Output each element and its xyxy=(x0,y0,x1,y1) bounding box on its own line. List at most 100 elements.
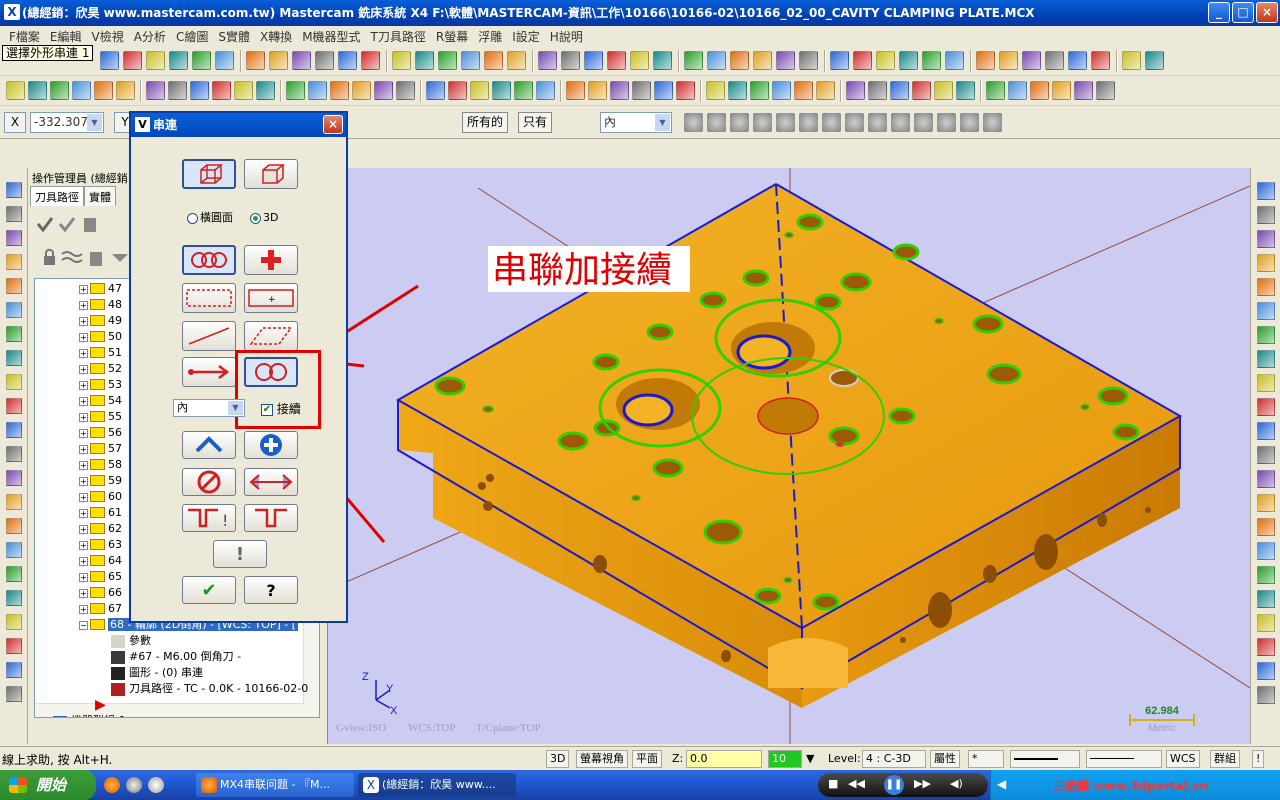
options-button[interactable]: ! xyxy=(182,504,236,532)
selection-filter-icon[interactable] xyxy=(684,113,703,132)
undo-icon[interactable] xyxy=(607,51,626,70)
save-icon[interactable] xyxy=(561,51,580,70)
x-coordinate-field[interactable]: -332.3079 ▼ xyxy=(30,112,104,133)
left-tool-icon[interactable] xyxy=(6,254,22,270)
fillet-icon[interactable] xyxy=(945,51,964,70)
right-tool-icon[interactable] xyxy=(1257,374,1275,392)
point-icon[interactable] xyxy=(212,81,231,100)
face-icon[interactable] xyxy=(566,81,585,100)
right-tool-icon[interactable] xyxy=(1257,230,1275,248)
tree-sub-item[interactable]: 刀具路徑 - TC - 0.0K - 10166-02-0 xyxy=(35,681,319,697)
solid-op-icon[interactable] xyxy=(338,51,357,70)
array-icon[interactable] xyxy=(470,81,489,100)
new-icon[interactable] xyxy=(507,51,526,70)
graphics-viewport[interactable]: Z Y X Gview:ISO WCS:TOP T/Cplane:TOP 62.… xyxy=(328,168,1250,744)
move-icon[interactable] xyxy=(146,51,165,70)
left-tool-icon[interactable] xyxy=(6,518,22,534)
undo-icon[interactable] xyxy=(868,81,887,100)
move-icon[interactable] xyxy=(1091,51,1110,70)
menu-item-7[interactable]: M機器型式 xyxy=(297,28,365,45)
chain-settings-button[interactable] xyxy=(244,504,298,532)
wire-icon[interactable] xyxy=(776,51,795,70)
stop-icon[interactable]: ■ xyxy=(828,777,838,790)
color-icon[interactable] xyxy=(706,81,725,100)
next-icon[interactable]: ▶▶ xyxy=(914,777,931,790)
expand-icon[interactable]: + xyxy=(79,348,88,358)
menu-item-0[interactable]: F檔案 xyxy=(4,28,45,45)
left-tool-icon[interactable] xyxy=(6,662,22,678)
selection-filter-icon[interactable] xyxy=(776,113,795,132)
mirror-icon[interactable] xyxy=(396,81,415,100)
surface-icon[interactable] xyxy=(588,81,607,100)
menu-item-6[interactable]: X轉換 xyxy=(255,28,297,45)
shade-icon[interactable] xyxy=(94,81,113,100)
right-tool-icon[interactable] xyxy=(1257,254,1275,272)
polygon-select-button[interactable] xyxy=(244,321,298,351)
status-3d-button[interactable]: 3D xyxy=(546,750,570,768)
right-tool-icon[interactable] xyxy=(1257,422,1275,440)
menu-item-3[interactable]: A分析 xyxy=(129,28,171,45)
right-tool-icon[interactable] xyxy=(1257,302,1275,320)
selection-filter-icon[interactable] xyxy=(822,113,841,132)
tree-sub-item[interactable]: 參數 xyxy=(35,633,319,649)
expand-icon[interactable]: + xyxy=(79,332,88,342)
help-button[interactable]: ? xyxy=(244,576,298,604)
right-tool-icon[interactable] xyxy=(1257,326,1275,344)
inside-outside-combo[interactable]: 內 ▼ xyxy=(173,399,245,417)
expand-icon[interactable]: + xyxy=(79,316,88,326)
select-only-button[interactable]: 只有 xyxy=(518,112,553,133)
right-tool-icon[interactable] xyxy=(1257,614,1275,632)
solid-icon[interactable] xyxy=(799,51,818,70)
volume-icon[interactable]: ◀) xyxy=(950,777,963,790)
shade-icon[interactable] xyxy=(1008,81,1027,100)
selection-filter-icon[interactable] xyxy=(914,113,933,132)
new-icon[interactable] xyxy=(772,81,791,100)
left-tool-icon[interactable] xyxy=(6,566,22,582)
chamfer-icon[interactable] xyxy=(976,51,995,70)
right-tool-icon[interactable] xyxy=(1257,494,1275,512)
expand-icon[interactable]: + xyxy=(79,588,88,598)
backplot-icon[interactable] xyxy=(676,81,695,100)
backplot-icon[interactable] xyxy=(415,51,434,70)
surface-icon[interactable] xyxy=(315,51,334,70)
analyze-icon[interactable] xyxy=(1096,81,1115,100)
pan-icon[interactable] xyxy=(956,81,975,100)
right-tool-icon[interactable] xyxy=(1257,278,1275,296)
open-icon[interactable] xyxy=(794,81,813,100)
drill-icon[interactable] xyxy=(215,51,234,70)
attribute-button[interactable]: 屬性 xyxy=(930,750,960,768)
chevron-down-icon[interactable]: ▼ xyxy=(655,114,670,131)
expand-icon[interactable]: + xyxy=(79,556,88,566)
right-tool-icon[interactable] xyxy=(1257,182,1275,200)
left-tool-icon[interactable] xyxy=(6,398,22,414)
contour-icon[interactable] xyxy=(514,81,533,100)
expand-icon[interactable]: + xyxy=(79,540,88,550)
left-tool-icon[interactable] xyxy=(6,446,22,462)
expand-icon[interactable]: + xyxy=(79,524,88,534)
solid-icon[interactable] xyxy=(146,81,165,100)
checkmark-icon[interactable]: ✔ xyxy=(261,403,273,416)
single-point-button[interactable] xyxy=(244,245,298,275)
selection-filter-icon[interactable] xyxy=(799,113,818,132)
tree-sub-item[interactable]: #67 - M6.00 倒角刀 - xyxy=(35,649,319,665)
expand-icon[interactable]: + xyxy=(79,444,88,454)
menu-item-5[interactable]: S實體 xyxy=(213,28,255,45)
left-tool-icon[interactable] xyxy=(6,326,22,342)
start-button[interactable]: 開始 xyxy=(0,770,96,800)
right-tool-icon[interactable] xyxy=(1257,686,1275,704)
print-icon[interactable] xyxy=(584,51,603,70)
fit-icon[interactable] xyxy=(28,81,47,100)
selection-filter-icon[interactable] xyxy=(960,113,979,132)
taskbar-item-mastercam[interactable]: X (總經銷：欣昊 www.... xyxy=(358,773,516,797)
selection-filter-icon[interactable] xyxy=(730,113,749,132)
expand-icon[interactable]: + xyxy=(79,476,88,486)
pocket-icon[interactable] xyxy=(269,51,288,70)
expand-icon[interactable]: + xyxy=(79,572,88,582)
analyze-icon[interactable] xyxy=(190,81,209,100)
firefox-icon[interactable] xyxy=(104,777,120,793)
selection-filter-icon[interactable] xyxy=(868,113,887,132)
zoom-icon[interactable] xyxy=(912,81,931,100)
post-icon[interactable] xyxy=(361,51,380,70)
reverse-button[interactable] xyxy=(244,468,298,496)
selection-filter-icon[interactable] xyxy=(937,113,956,132)
